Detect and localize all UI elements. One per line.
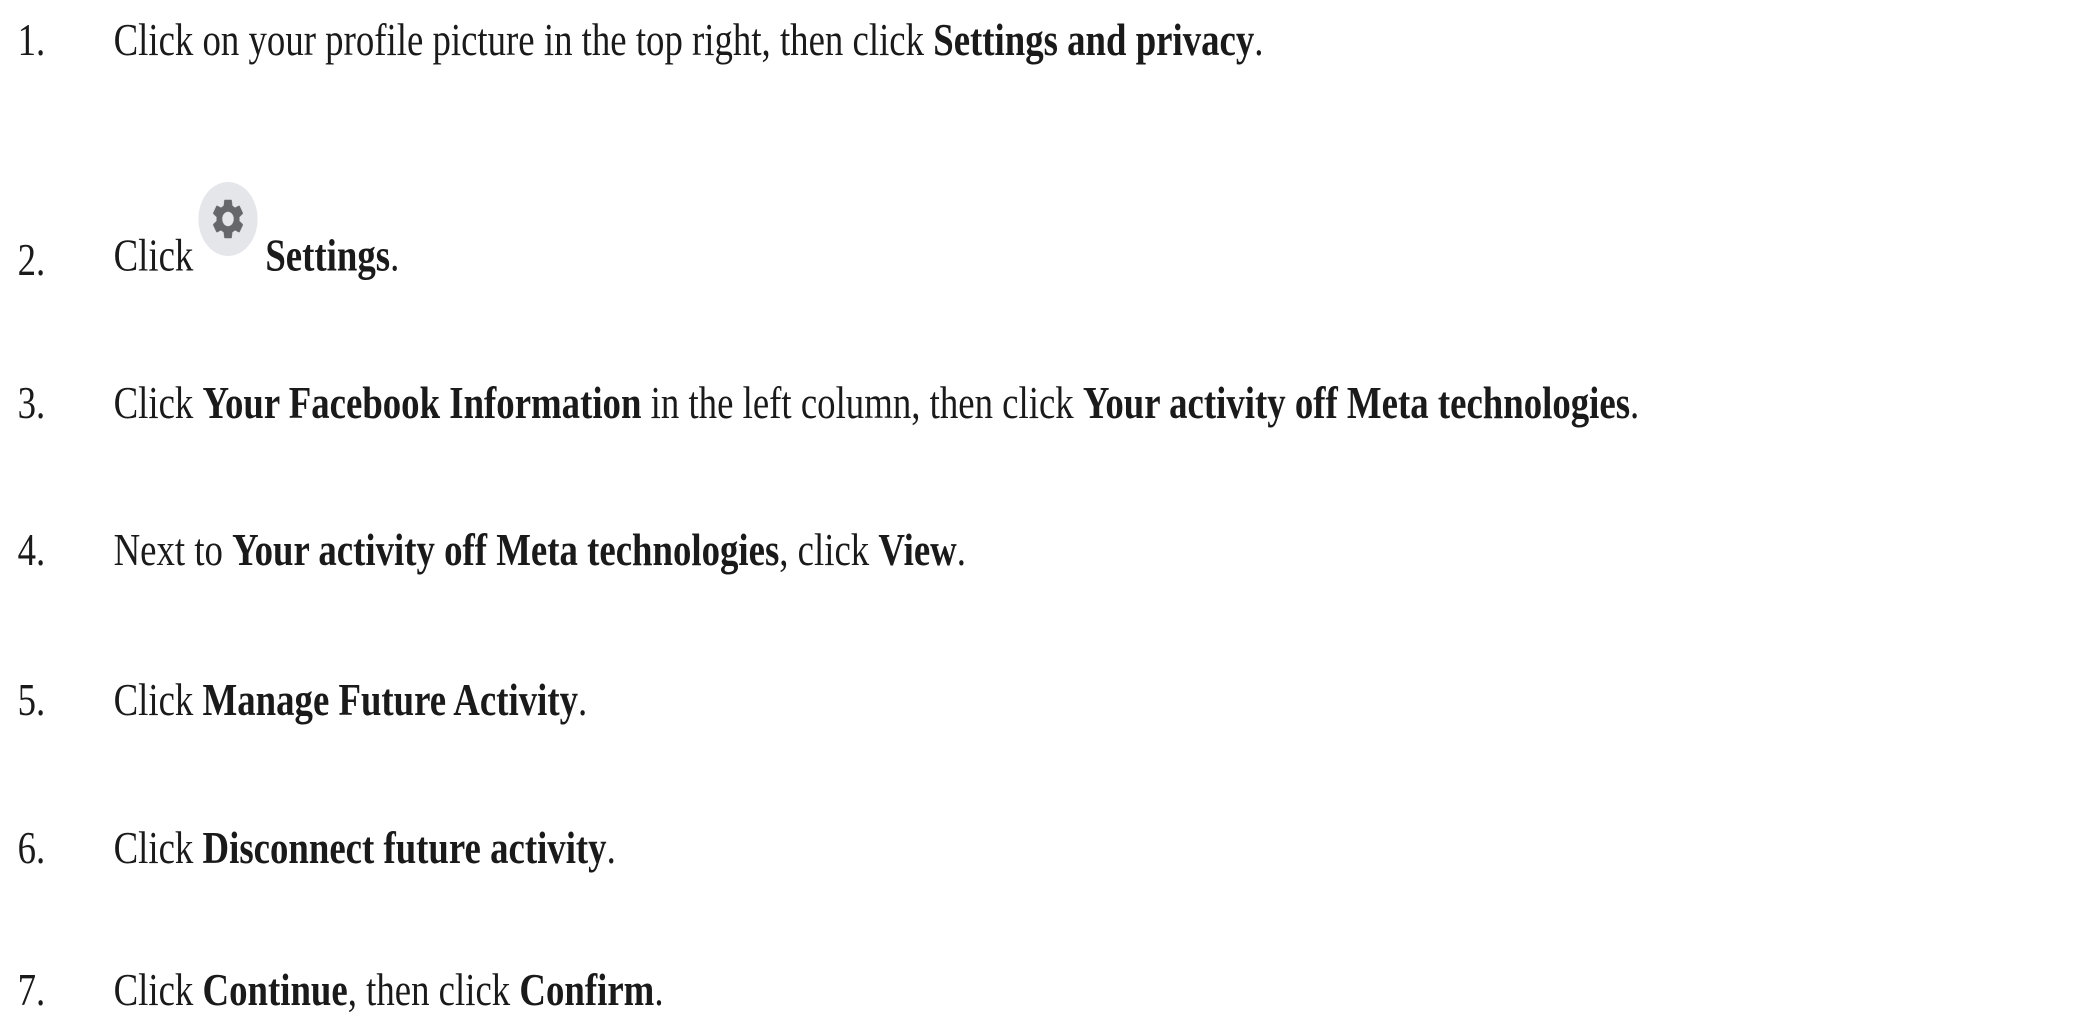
instruction-list: 1. Click on your profile picture in the … <box>0 0 2093 1024</box>
step-number: 1. <box>17 14 46 65</box>
step-text: Click Your Facebook Information in the l… <box>113 377 1640 428</box>
step-text: Click Continue, then click Confirm. <box>113 963 664 1015</box>
step-7: 7. Click Continue, then click Confirm. <box>0 955 1674 1024</box>
step-text: Next to Your activity off Meta technolog… <box>113 524 966 575</box>
step-number: 3. <box>17 377 46 428</box>
step-number: 6. <box>17 822 46 873</box>
step-number: 5. <box>17 674 46 725</box>
step-text: Click on your profile picture in the top… <box>113 14 1264 65</box>
gear-glyph <box>212 199 243 239</box>
gear-icon <box>198 182 258 256</box>
step-text: Click Manage Future Activity. <box>113 674 588 725</box>
step-4: 4. Next to Your activity off Meta techno… <box>0 510 1674 590</box>
step-number: 4. <box>17 524 46 575</box>
step-number: 2. <box>17 234 46 285</box>
step-3: 3. Click Your Facebook Information in th… <box>0 363 1674 443</box>
step-1: 1. Click on your profile picture in the … <box>0 0 1674 80</box>
step-text: Click Disconnect future activity. <box>113 822 616 873</box>
step-text: Click Settings. <box>114 182 399 300</box>
step-5: 5. Click Manage Future Activity. <box>0 660 1674 740</box>
step-6: 6. Click Disconnect future activity. <box>0 808 1674 888</box>
step-2: 2. Click Settings. <box>0 182 1674 300</box>
step-number: 7. <box>17 963 46 1015</box>
